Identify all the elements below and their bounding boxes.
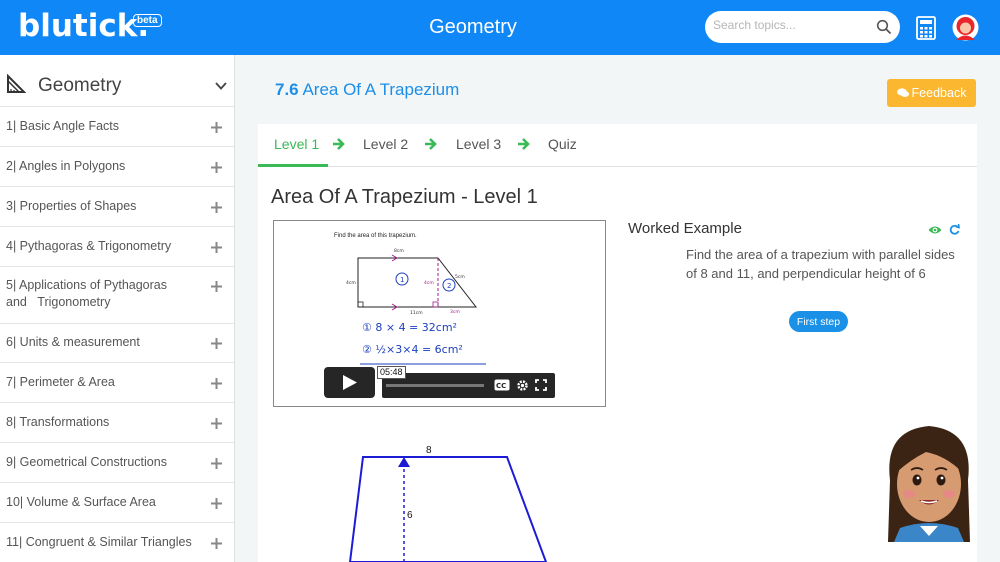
tab-quiz[interactable]: Quiz (548, 136, 577, 152)
sidebar-item-label: 3| Properties of Shapes (6, 199, 137, 213)
arrow-right-icon (518, 138, 530, 150)
sidebar-item-label: 4| Pythagoras & Trigonometry (6, 239, 172, 253)
refresh-icon[interactable] (949, 223, 960, 235)
geometry-icon (7, 74, 26, 93)
active-tab-indicator (258, 164, 328, 167)
user-avatar-icon[interactable] (952, 14, 979, 41)
worked-example-question: Find the area of a trapezium with parall… (686, 247, 955, 281)
sidebar-item-perimeter-area[interactable]: 7| Perimeter & Area (0, 362, 234, 402)
sidebar-item-label: 1| Basic Angle Facts (6, 119, 120, 133)
arrow-right-icon (425, 138, 437, 150)
level-title: Area Of A Trapezium - Level 1 (271, 186, 538, 208)
topic-sidebar: Geometry 1| Basic Angle Facts 2| Angles … (0, 55, 235, 562)
video-progress-track[interactable] (386, 384, 484, 387)
video-working-line-1: ① 8 × 4 = 32cm² (362, 321, 457, 334)
plus-icon[interactable] (211, 458, 222, 469)
sidebar-title: Geometry (38, 75, 122, 96)
closed-captions-icon[interactable]: CC (494, 379, 510, 391)
sidebar-item-label: 8| Transformations (6, 415, 110, 429)
video-timestamp: 05:48 (377, 366, 406, 379)
feedback-label: Feedback (911, 86, 967, 100)
sidebar-item-pythagoras-trigonometry[interactable]: 4| Pythagoras & Trigonometry (0, 226, 234, 266)
sidebar-item-transformations[interactable]: 8| Transformations (0, 402, 234, 442)
plus-icon[interactable] (211, 498, 222, 509)
video-label-slant: 5cm (455, 274, 465, 280)
plus-icon[interactable] (211, 378, 222, 389)
sidebar-item-label: 11| Congruent & Similar Triangles (6, 535, 192, 549)
video-label-left: 4cm (346, 280, 356, 286)
video-label-bottom: 11cm (410, 310, 423, 316)
sidebar-header[interactable]: Geometry (0, 55, 235, 106)
tab-level-3[interactable]: Level 3 (456, 136, 501, 152)
lesson-panel: Level 1 Level 2 Level 3 Quiz Area Of A T… (258, 124, 977, 562)
svg-text:1: 1 (400, 276, 404, 284)
video-control-bar: CC (382, 373, 555, 398)
sidebar-item-label: 9| Geometrical Constructions (6, 455, 167, 469)
sidebar-item-label: 5| Applications of Pythagoras and Trigon… (6, 278, 167, 309)
lesson-number: 7.6 (275, 80, 299, 99)
plus-icon[interactable] (211, 338, 222, 349)
trapezium-figure: 8 6 (348, 445, 548, 562)
arrow-right-icon (333, 138, 345, 150)
figure-height-label: 6 (407, 510, 413, 521)
video-working-line-2: ② ½×3×4 = 6cm² (362, 343, 463, 356)
calculator-icon[interactable] (916, 16, 936, 40)
sidebar-item-units-measurement[interactable]: 6| Units & measurement (0, 323, 234, 362)
sidebar-item-volume-surface-area[interactable]: 10| Volume & Surface Area (0, 482, 234, 522)
worked-example-title: Worked Example (628, 220, 742, 237)
level-tabs: Level 1 Level 2 Level 3 Quiz (258, 124, 977, 167)
plus-icon[interactable] (211, 122, 222, 133)
figure-top-length-label: 8 (426, 445, 432, 456)
top-header: blutick. beta Geometry (0, 0, 1000, 55)
search-box (705, 11, 900, 43)
video-label-height: 4cm (424, 280, 434, 286)
lesson-title: 7.6 Area Of A Trapezium (275, 80, 459, 100)
search-input[interactable] (713, 18, 873, 32)
sidebar-item-label: 7| Perimeter & Area (6, 375, 115, 389)
sidebar-item-label: 10| Volume & Surface Area (6, 495, 156, 509)
video-label-top: 8cm (394, 248, 404, 254)
comments-icon (896, 88, 909, 97)
plus-icon[interactable] (211, 418, 222, 429)
plus-icon[interactable] (211, 242, 222, 253)
eye-icon[interactable] (928, 225, 942, 235)
sidebar-item-applications-of-pythagoras[interactable]: 5| Applications of Pythagoras and Trigon… (0, 266, 234, 323)
sidebar-item-properties-of-shapes[interactable]: 3| Properties of Shapes (0, 186, 234, 226)
play-icon (343, 375, 357, 390)
feedback-button[interactable]: Feedback (887, 79, 976, 107)
first-step-button[interactable]: First step (789, 311, 848, 332)
svg-text:CC: CC (496, 382, 506, 390)
plus-icon[interactable] (211, 162, 222, 173)
tutor-mascot-image (888, 426, 970, 542)
plus-icon[interactable] (211, 281, 222, 292)
lesson-name: Area Of A Trapezium (302, 80, 460, 99)
video-label-offset: 3cm (450, 309, 460, 315)
sidebar-item-basic-angle-facts[interactable]: 1| Basic Angle Facts (0, 106, 234, 146)
sidebar-item-angles-in-polygons[interactable]: 2| Angles in Polygons (0, 146, 234, 186)
play-button[interactable] (324, 367, 375, 398)
search-icon[interactable] (876, 19, 892, 35)
chevron-down-icon[interactable] (215, 81, 227, 91)
plus-icon[interactable] (211, 202, 222, 213)
tab-level-2[interactable]: Level 2 (363, 136, 408, 152)
sidebar-item-label: 6| Units & measurement (6, 335, 140, 349)
sidebar-item-congruent-similar-triangles[interactable]: 11| Congruent & Similar Triangles (0, 522, 234, 562)
video-player[interactable]: Find the area of this trapezium. 1 2 8cm… (273, 220, 606, 407)
sidebar-item-label: 2| Angles in Polygons (6, 159, 126, 173)
svg-text:2: 2 (447, 282, 451, 290)
tab-level-1[interactable]: Level 1 (274, 136, 319, 152)
plus-icon[interactable] (211, 538, 222, 549)
fullscreen-icon[interactable] (535, 379, 547, 391)
settings-gear-icon[interactable] (516, 379, 529, 392)
sidebar-item-geometrical-constructions[interactable]: 9| Geometrical Constructions (0, 442, 234, 482)
